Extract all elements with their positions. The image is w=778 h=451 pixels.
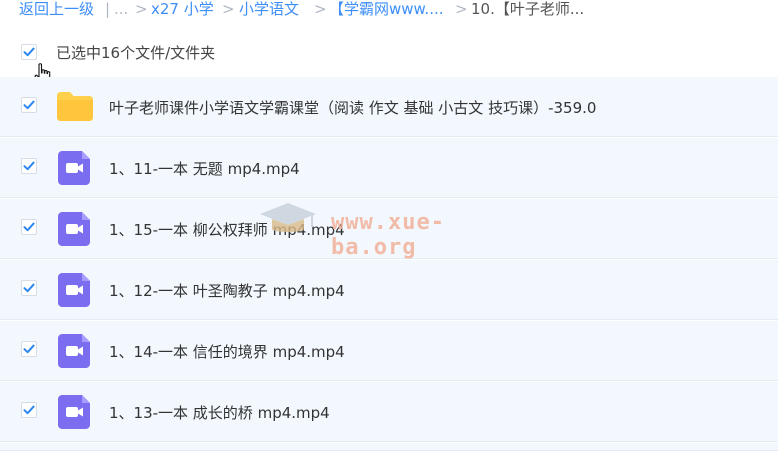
breadcrumb-current: 10.【叶子老师... [471,0,585,18]
file-row-video[interactable]: 1、12-一本 叶圣陶教子 mp4.mp4 [0,260,778,320]
breadcrumb-separator: > [455,0,468,18]
file-row-video[interactable]: 1、13-一本 成长的桥 mp4.mp4 [0,382,778,442]
file-row-video[interactable]: 1、11-一本 无题 mp4.mp4 [0,138,778,198]
row-checkbox[interactable] [21,158,37,174]
video-file-icon [58,395,90,429]
file-row-video[interactable]: 1、14-一本 信任的境界 mp4.mp4 [0,321,778,381]
back-link[interactable]: 返回上一级 [19,0,94,18]
video-file-icon [58,151,90,185]
file-row-partial [0,443,778,451]
file-row-video[interactable]: 1、15-一本 柳公权拜师 mp4.mp4 [0,199,778,259]
breadcrumb-item-xueba[interactable]: 【学霸网www.... [329,0,444,18]
breadcrumb-divider: | [105,0,111,18]
check-icon [23,405,35,415]
row-checkbox[interactable] [21,341,37,357]
check-icon [23,344,35,354]
folder-icon [57,92,93,121]
check-icon [23,283,35,293]
breadcrumb-separator: > [314,0,327,18]
file-name[interactable]: 叶子老师课件小学语文学霸课堂（阅读 作文 基础 小古文 技巧课）-359.0 [109,97,596,118]
file-name[interactable]: 1、13-一本 成长的桥 mp4.mp4 [109,402,330,423]
breadcrumb-item-chinese[interactable]: 小学语文 [239,0,299,18]
breadcrumb: 返回上一级 | ... > x27 小学 > 小学语文 > 【学霸网www...… [0,0,778,22]
row-checkbox[interactable] [21,280,37,296]
breadcrumb-separator: > [135,0,148,18]
file-name[interactable]: 1、15-一本 柳公权拜师 mp4.mp4 [109,219,345,240]
breadcrumb-ellipsis[interactable]: ... [114,0,128,18]
select-all-checkbox[interactable] [21,44,37,60]
check-icon [23,47,35,57]
video-file-icon [58,212,90,246]
selection-count: 已选中16个文件/文件夹 [56,44,216,62]
row-checkbox[interactable] [21,402,37,418]
check-icon [23,161,35,171]
row-checkbox[interactable] [21,97,37,113]
file-row-folder[interactable]: 叶子老师课件小学语文学霸课堂（阅读 作文 基础 小古文 技巧课）-359.0 [0,77,778,137]
video-file-icon [58,334,90,368]
breadcrumb-separator: > [222,0,235,18]
selection-bar: 已选中16个文件/文件夹 [0,38,778,76]
check-icon [23,222,35,232]
check-icon [23,100,35,110]
row-checkbox[interactable] [21,219,37,235]
file-name[interactable]: 1、14-一本 信任的境界 mp4.mp4 [109,341,345,362]
file-name[interactable]: 1、12-一本 叶圣陶教子 mp4.mp4 [109,280,345,301]
video-file-icon [58,273,90,307]
file-name[interactable]: 1、11-一本 无题 mp4.mp4 [109,158,300,179]
breadcrumb-item-x27[interactable]: x27 小学 [151,0,214,18]
